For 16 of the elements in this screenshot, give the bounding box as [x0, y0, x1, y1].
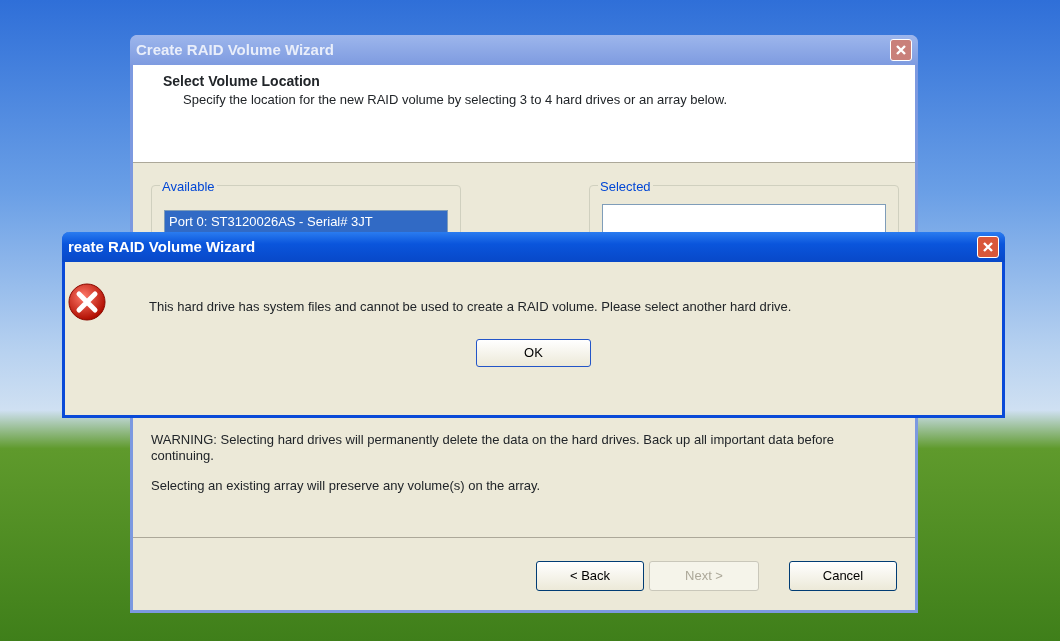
ok-button[interactable]: OK [476, 339, 591, 367]
window-title: Create RAID Volume Wizard [136, 39, 334, 60]
back-button[interactable]: < Back [536, 561, 644, 591]
info-text: WARNING: Selecting hard drives will permanently delete the data on the hard drives. Back up all important data before continuing. [151, 432, 836, 465]
drive-list-item[interactable]: Port 0: ST3120026AS - Serial# 3JT [165, 211, 447, 233]
close-icon [982, 241, 994, 253]
error-icon [67, 282, 107, 322]
close-button[interactable] [977, 236, 999, 258]
close-icon [895, 44, 907, 56]
header-subtitle: Specify the location for the new RAID volume by selecting 3 to 4 hard drives or an array below. [182, 92, 729, 109]
cancel-button[interactable]: Cancel [789, 561, 897, 591]
info-text: Selecting an existing array will preserve any volume(s) on the array. [151, 477, 542, 494]
header-title: Select Volume Location [163, 72, 321, 91]
window-title: reate RAID Volume Wizard [68, 236, 256, 257]
close-button[interactable] [890, 39, 912, 61]
alert-message: This hard drive has system files and cannot be used to create a RAID volume. Please select another hard drive. [149, 298, 792, 316]
